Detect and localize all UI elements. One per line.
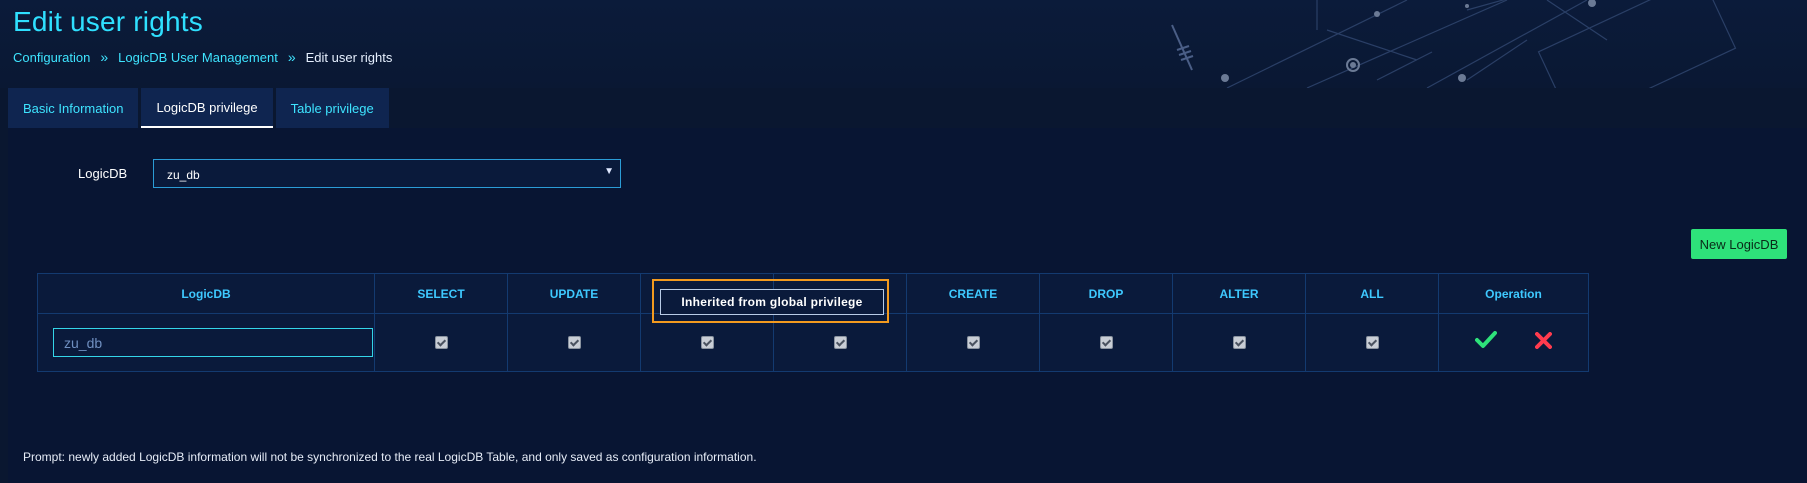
alter-cell <box>1172 313 1306 372</box>
tab-logicdb-privilege[interactable]: LogicDB privilege <box>141 88 273 128</box>
all-cell <box>1305 313 1439 372</box>
update-checkbox[interactable] <box>567 335 581 349</box>
column-header-operation: Operation <box>1438 273 1589 314</box>
select-checkbox[interactable] <box>434 335 448 349</box>
column-header-select: SELECT <box>374 273 508 314</box>
breadcrumb-separator-icon: » <box>287 49 296 65</box>
caret-down-icon: ▼ <box>604 166 614 177</box>
logicdb-cell <box>37 313 375 372</box>
logicdb-name-input[interactable] <box>53 328 373 357</box>
tab-bar: Basic Information LogicDB privilege Tabl… <box>8 88 389 128</box>
column-header-update: UPDATE <box>507 273 641 314</box>
circuit-decoration <box>1171 0 1737 88</box>
breadcrumb-logicdb-user-management[interactable]: LogicDB User Management <box>118 50 278 65</box>
prompt-note: Prompt: newly added LogicDB information … <box>23 450 757 464</box>
breadcrumb-configuration[interactable]: Configuration <box>13 50 90 65</box>
tab-table-privilege[interactable]: Table privilege <box>275 88 389 128</box>
breadcrumb-current: Edit user rights <box>305 49 393 65</box>
check-icon[interactable] <box>1474 331 1497 354</box>
drop-checkbox[interactable] <box>1099 335 1113 349</box>
all-checkbox[interactable] <box>1365 335 1379 349</box>
tab-content: LogicDB zu_db ▼ New LogicDB LogicDB SELE… <box>8 128 1807 483</box>
page-title: Edit user rights <box>13 6 203 37</box>
logicdb-select[interactable]: zu_db ▼ <box>153 159 621 188</box>
create-checkbox[interactable] <box>966 335 980 349</box>
operation-cell <box>1438 313 1589 372</box>
column-header-all: ALL <box>1305 273 1439 314</box>
drop-cell <box>1039 313 1173 372</box>
alter-checkbox[interactable] <box>1232 335 1246 349</box>
tooltip: Inherited from global privilege <box>660 289 884 315</box>
select-cell <box>374 313 508 372</box>
column-header-alter: ALTER <box>1172 273 1306 314</box>
column-header-create: CREATE <box>906 273 1040 314</box>
logicdb-select-value: zu_db <box>167 168 200 182</box>
logicdb-label: LogicDB <box>78 166 128 181</box>
header: Edit user rights Configuration » LogicDB… <box>0 0 1807 88</box>
new-logicdb-button[interactable]: New LogicDB <box>1691 229 1787 259</box>
tab-basic-information[interactable]: Basic Information <box>8 88 139 128</box>
close-icon[interactable] <box>1535 331 1553 354</box>
update-cell <box>507 313 641 372</box>
column-header-logicdb: LogicDB <box>37 273 375 314</box>
breadcrumb-separator-icon: » <box>100 49 109 65</box>
column-header-drop: DROP <box>1039 273 1173 314</box>
create-cell <box>906 313 1040 372</box>
insert-checkbox[interactable] <box>833 335 847 349</box>
delete-checkbox[interactable] <box>700 335 714 349</box>
breadcrumb: Configuration » LogicDB User Management … <box>13 49 392 65</box>
